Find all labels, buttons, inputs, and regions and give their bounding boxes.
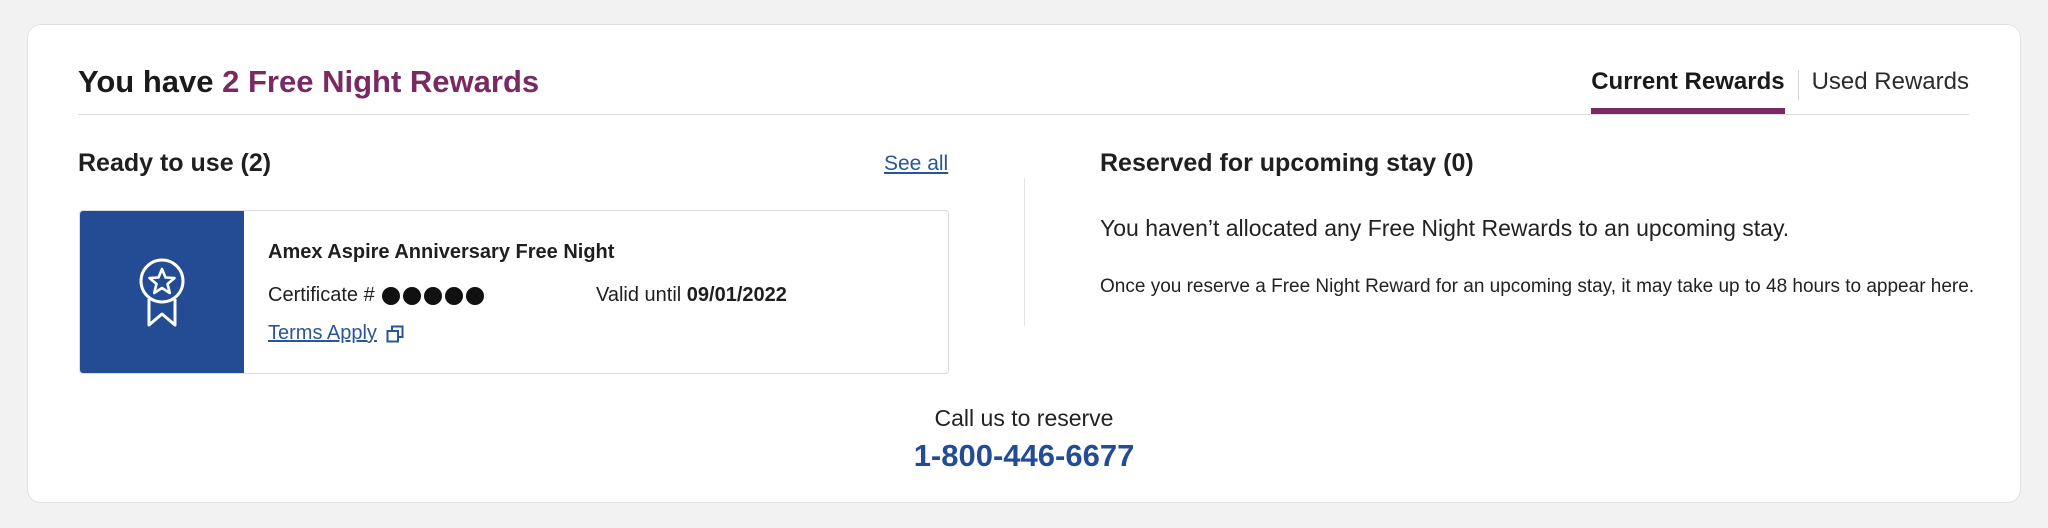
mask-dot [465,286,484,305]
see-all-link[interactable]: See all [884,152,948,176]
page-title: You have 2 Free Night Rewards [78,64,539,100]
mask-dot [381,286,400,305]
tab-current-rewards[interactable]: Current Rewards [1591,68,1785,114]
tab-divider [1797,70,1799,100]
reserved-message: You haven’t allocated any Free Night Rew… [1100,215,1790,241]
masked-certificate-number [381,286,487,305]
award-ribbon-star-icon [139,258,185,327]
title-prefix: You have [78,64,223,99]
ready-to-use-heading: Ready to use (2) [78,149,272,177]
free-night-certificate[interactable]: Amex Aspire Anniversary Free Night Certi… [79,210,949,374]
valid-until: Valid until 09/01/2022 [596,284,787,307]
certificate-name: Amex Aspire Anniversary Free Night [268,241,615,263]
free-night-count: 2 Free Night Rewards [222,64,540,99]
tab-used-rewards[interactable]: Used Rewards [1812,68,1969,114]
reserved-heading: Reserved for upcoming stay (0) [1100,149,1474,177]
mask-dot [423,286,442,305]
reserved-note: Once you reserve a Free Night Reward for… [1100,276,1975,297]
external-link-icon [386,325,404,342]
rewards-tabs: Current Rewards Used Rewards [1591,68,1969,114]
header-divider [78,114,1969,115]
certificate-label: Certificate # [268,284,375,306]
certificate-number: Certificate # [268,284,487,307]
reservation-phone-link[interactable]: 1-800-446-6677 [0,438,2048,474]
terms-apply-link[interactable]: Terms Apply [268,322,404,345]
column-divider [1024,178,1025,326]
valid-until-label: Valid until [596,284,682,306]
call-to-reserve-label: Call us to reserve [934,405,1114,431]
mask-dot [444,286,463,305]
terms-apply-label: Terms Apply [268,322,377,344]
mask-dot [402,286,421,305]
certificate-badge [80,211,244,373]
valid-until-date: 09/01/2022 [686,284,787,306]
